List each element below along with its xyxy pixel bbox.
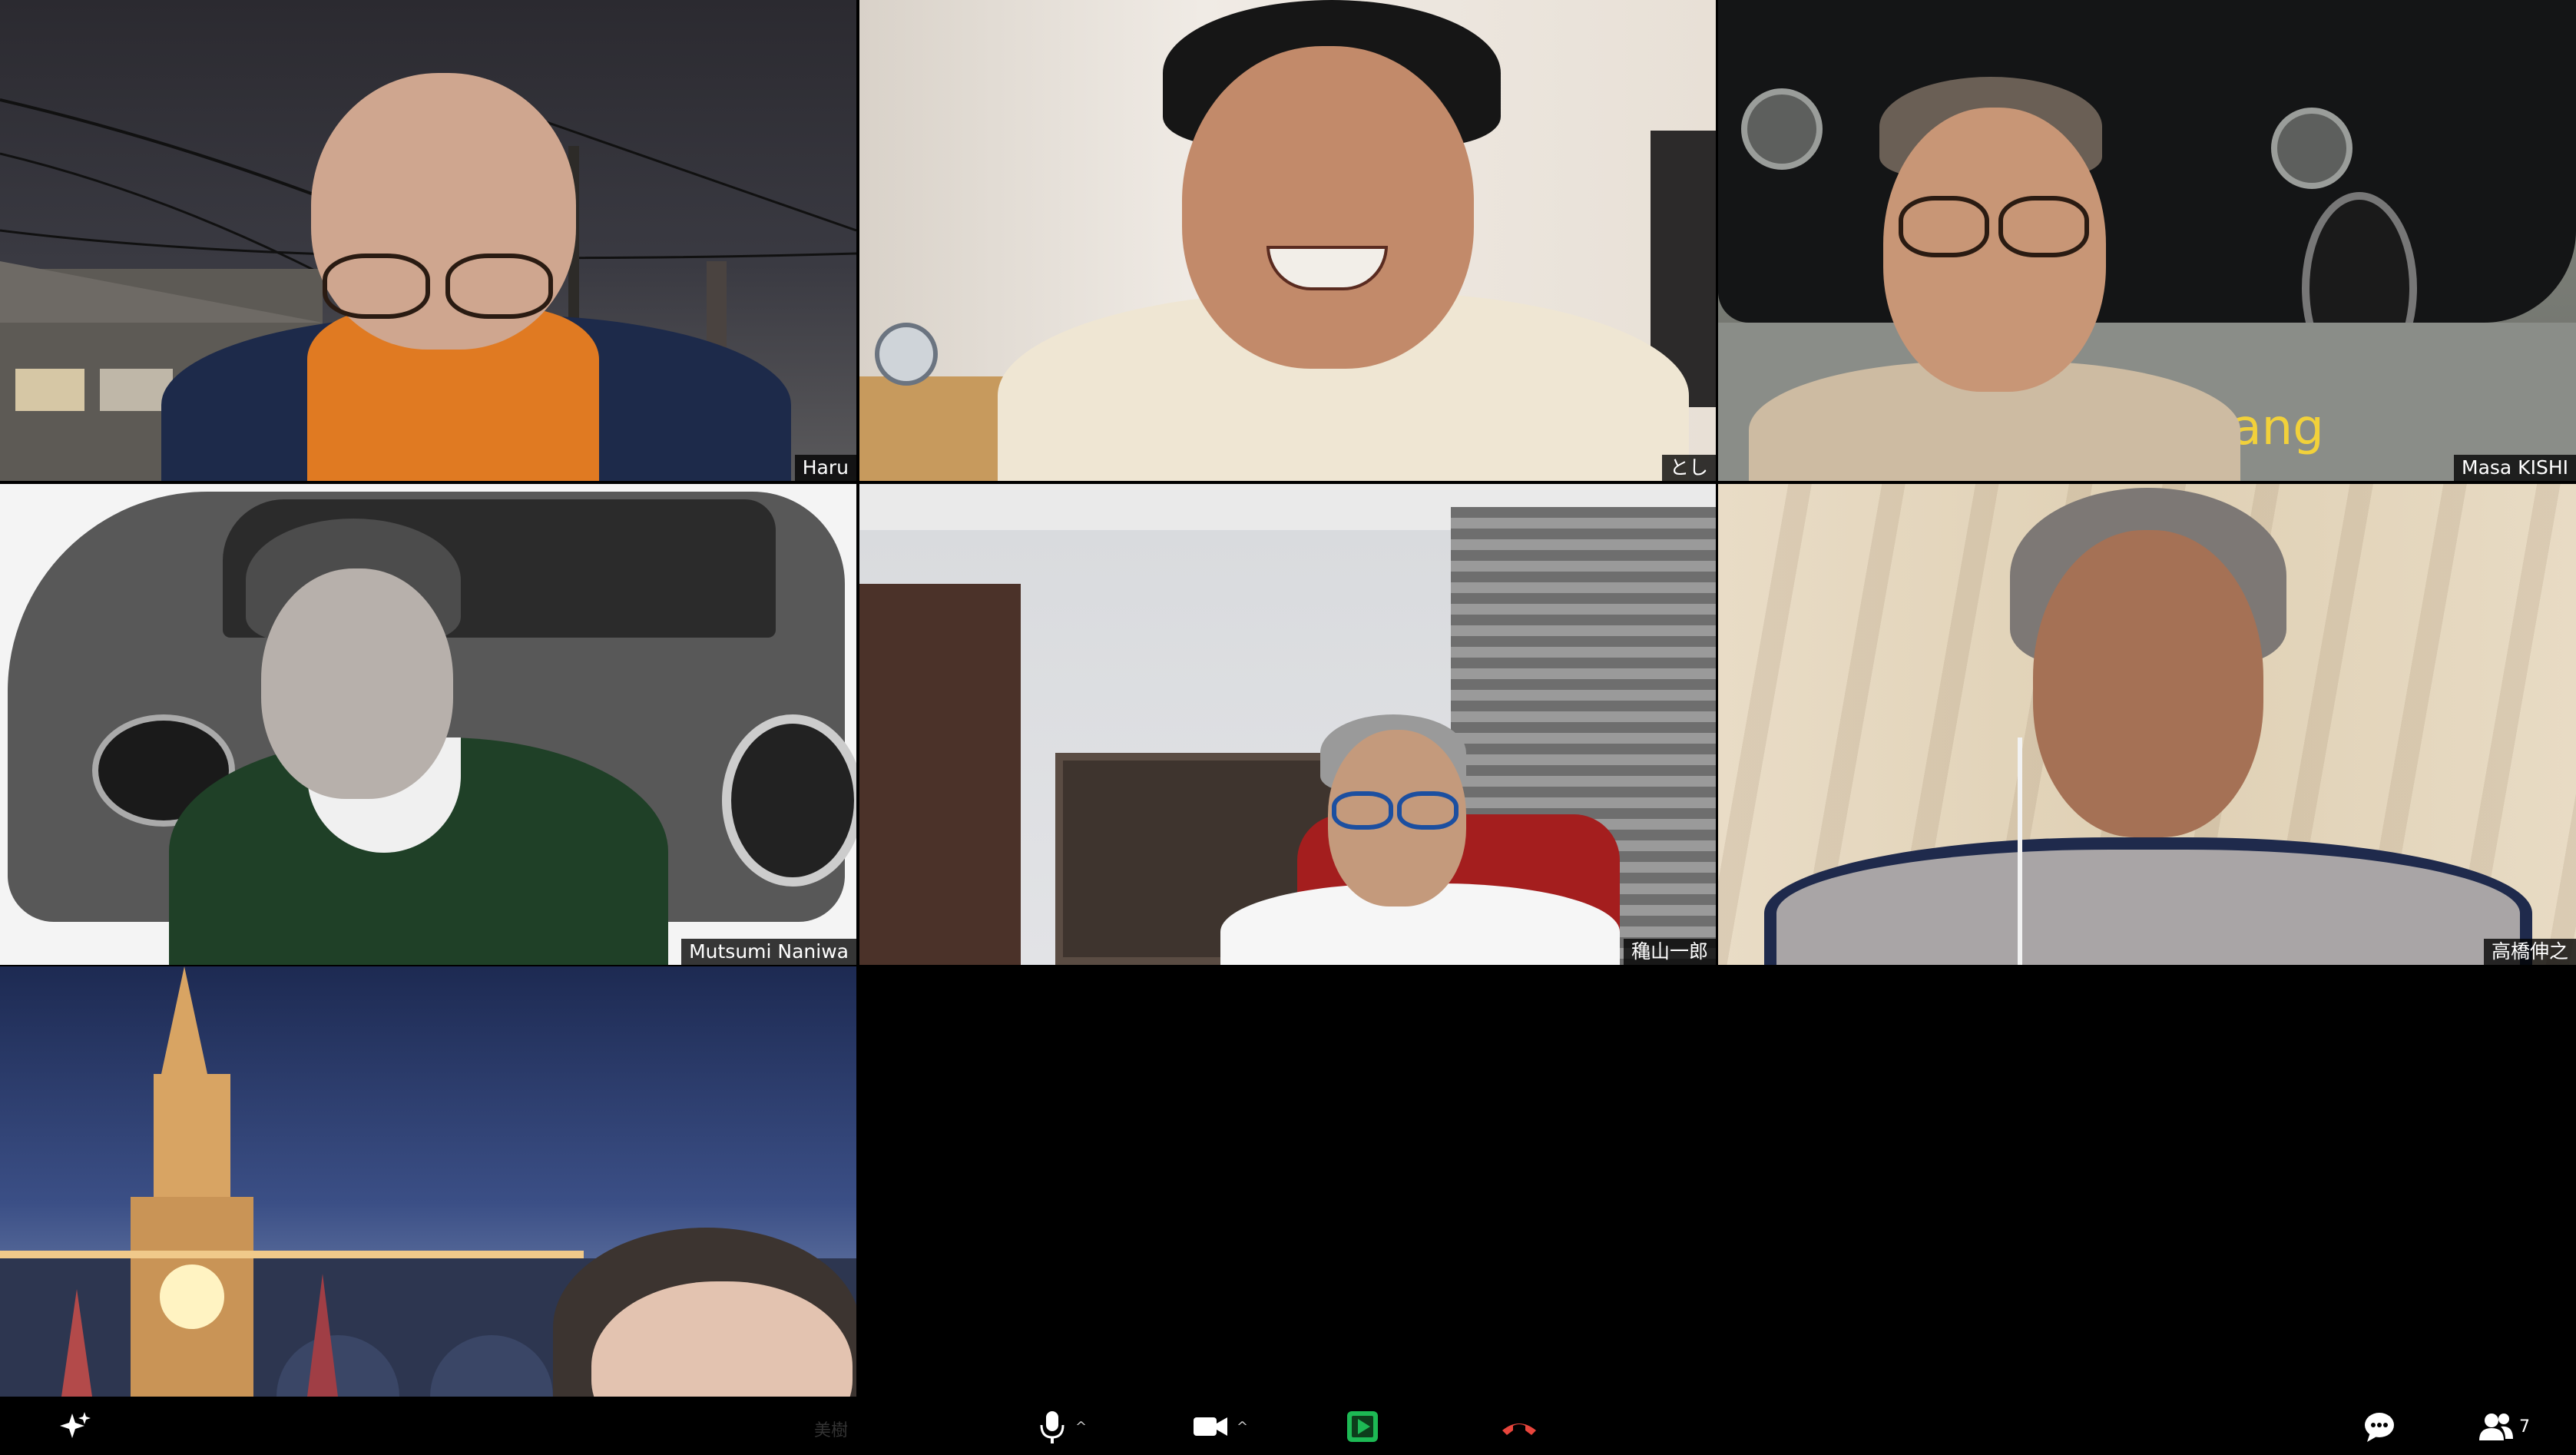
sparkle-icon (60, 1412, 91, 1438)
end-call-button[interactable] (1499, 1406, 1539, 1447)
audio-options-caret[interactable]: ^ (1075, 1419, 1087, 1435)
glasses (1397, 791, 1459, 830)
chat-icon (2365, 1413, 2394, 1442)
glasses (1899, 196, 1989, 257)
glasses (445, 254, 553, 319)
glasses (1998, 196, 2089, 257)
car-wheel (722, 714, 856, 887)
video-tile-miki[interactable] (0, 966, 856, 1397)
video-camera-icon (1194, 1417, 1227, 1436)
chat-button[interactable] (2362, 1406, 2396, 1447)
glasses (323, 254, 430, 319)
microphone-icon (1040, 1411, 1065, 1443)
end-call-icon (1502, 1424, 1536, 1435)
participant-name-label: Mutsumi Naniwa (681, 939, 856, 965)
participant-body (1764, 837, 2532, 965)
participant-head (1182, 46, 1474, 369)
participant-head (261, 568, 453, 799)
touch-up-button[interactable] (57, 1406, 92, 1447)
video-tile-mutsumi-naniwa[interactable]: R1 Mutsumi Naniwa (0, 484, 856, 965)
shelf (859, 376, 1013, 481)
share-screen-button[interactable] (1346, 1406, 1379, 1447)
meeting-toolbar: 美樹 ^ ^ 7 (0, 1398, 2576, 1455)
door (859, 584, 1021, 965)
video-tile-toshi[interactable]: とし (859, 0, 1716, 481)
clock (875, 323, 938, 386)
participants-button[interactable]: 7 (2478, 1406, 2530, 1447)
mute-button[interactable]: ^ (1037, 1406, 1087, 1447)
participants-icon (2479, 1414, 2513, 1440)
participants-count: 7 (2519, 1417, 2530, 1437)
participant-name-label: Haru (794, 455, 856, 481)
share-screen-icon (1347, 1411, 1378, 1442)
earphone-cable (2018, 737, 2022, 965)
video-options-caret[interactable]: ^ (1237, 1419, 1248, 1435)
participant-name-label: Masa KISHI (2454, 455, 2576, 481)
self-name-label: 美樹 (814, 1421, 849, 1440)
video-tile-haru[interactable]: Haru (0, 0, 856, 481)
glasses (1332, 791, 1393, 830)
participant-head (2033, 530, 2263, 837)
video-tile-takahashi-nobuyuki[interactable]: 高橋伸之 (1718, 484, 2576, 965)
participant-name-label: 高橋伸之 (2483, 939, 2576, 965)
car-headlight (1741, 88, 1823, 170)
car-background (1718, 0, 2576, 323)
car-headlight (2271, 108, 2353, 189)
video-meeting-window: Haru とし stang Masa KISHI R1 (0, 0, 2576, 1455)
video-tile-akiyama-ichiro[interactable]: 穐山一郎 (859, 484, 1716, 965)
stop-video-button[interactable]: ^ (1192, 1406, 1248, 1447)
participant-name-label: とし (1661, 455, 1716, 481)
video-tile-masa-kishi[interactable]: stang Masa KISHI (1718, 0, 2576, 481)
participant-name-label: 穐山一郎 (1623, 939, 1716, 965)
